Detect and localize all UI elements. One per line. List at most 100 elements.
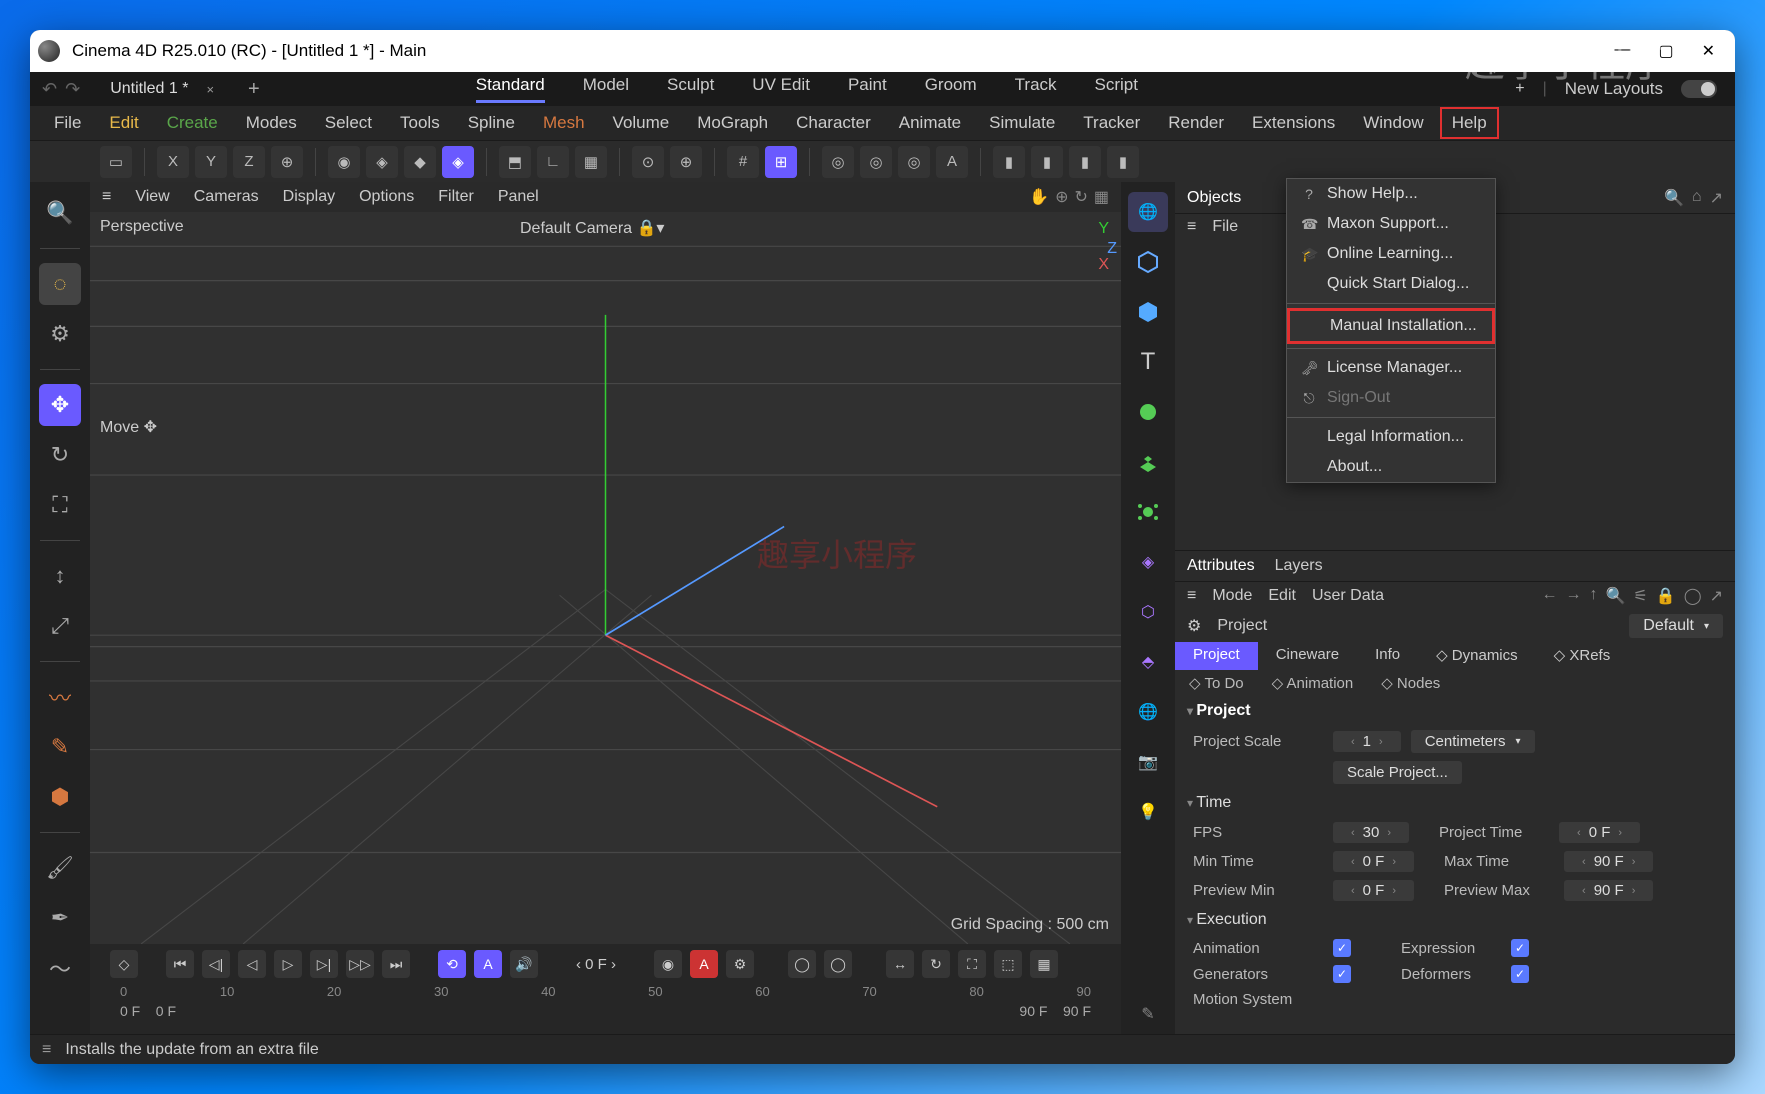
maxtime-input[interactable]: ‹90 F› xyxy=(1564,851,1653,872)
menu-window[interactable]: Window xyxy=(1351,107,1435,139)
menu-animate[interactable]: Animate xyxy=(887,107,973,139)
viewport-3d[interactable]: Perspective Default Camera 🔒▾ Move ✥ Gri… xyxy=(90,212,1121,944)
vp-menu-cameras[interactable]: Cameras xyxy=(194,188,259,206)
menu-spline[interactable]: Spline xyxy=(456,107,527,139)
brush3-icon[interactable]: ⬢ xyxy=(39,776,81,818)
section-time[interactable]: Time xyxy=(1175,788,1735,818)
preset-dropdown[interactable]: Default▾ xyxy=(1629,614,1723,638)
document-tab[interactable]: Untitled 1 * × xyxy=(92,72,232,106)
layout-uvedit[interactable]: UV Edit xyxy=(752,75,810,103)
projtime-input[interactable]: ‹0 F› xyxy=(1559,822,1640,843)
tl-m1-icon[interactable]: ↔ xyxy=(886,950,914,978)
history-icon[interactable]: ▭ xyxy=(100,146,132,178)
help-item-quickstartdialog[interactable]: Quick Start Dialog... xyxy=(1287,269,1495,299)
tab-todo[interactable]: ◇ To Do xyxy=(1175,670,1258,696)
help-item-about[interactable]: About... xyxy=(1287,452,1495,482)
section-execution[interactable]: Execution xyxy=(1175,905,1735,935)
rt-edit-icon[interactable]: ✎ xyxy=(1128,994,1168,1034)
axis-z-button[interactable]: Z xyxy=(233,146,265,178)
tl-auto-icon[interactable]: A xyxy=(474,950,502,978)
live-select-icon[interactable]: ◌ xyxy=(39,263,81,305)
tab-xrefs[interactable]: ◇ XRefs xyxy=(1536,642,1629,670)
move-tool-icon[interactable]: ✥ xyxy=(39,384,81,426)
menu-select[interactable]: Select xyxy=(313,107,384,139)
rt-field-icon[interactable] xyxy=(1128,392,1168,432)
project-gear-icon[interactable]: ⚙ xyxy=(1187,616,1201,636)
settings-icon[interactable]: ⚙ xyxy=(39,313,81,355)
t1-icon[interactable]: ↕ xyxy=(39,555,81,597)
vp-menu-panel[interactable]: Panel xyxy=(498,188,539,206)
snap1-icon[interactable]: ⊙ xyxy=(632,146,664,178)
menu-file[interactable]: File xyxy=(42,107,93,139)
attr-ext-icon[interactable]: ↗ xyxy=(1710,586,1723,606)
vp-menu-options[interactable]: Options xyxy=(359,188,414,206)
rt-node-icon[interactable]: ⬘ xyxy=(1128,642,1168,682)
menu-mesh[interactable]: Mesh xyxy=(531,107,597,139)
rt-effector-icon[interactable] xyxy=(1128,492,1168,532)
anim-check[interactable]: ✓ xyxy=(1333,939,1351,957)
obj-ext-icon[interactable]: ↗ xyxy=(1710,188,1723,208)
tab-info[interactable]: Info xyxy=(1357,642,1418,670)
obj-search-icon[interactable]: 🔍 xyxy=(1664,188,1684,208)
shade3-icon[interactable]: ◆ xyxy=(404,146,436,178)
vp-menu-view[interactable]: View xyxy=(135,188,169,206)
vp-menu-display[interactable]: Display xyxy=(283,188,335,206)
tl-key-icon[interactable]: ◇ xyxy=(110,950,138,978)
rt-cube-icon[interactable] xyxy=(1128,242,1168,282)
tl-k2-icon[interactable]: ◯ xyxy=(824,950,852,978)
tl-gear-icon[interactable]: ⚙ xyxy=(726,950,754,978)
menu-edit[interactable]: Edit xyxy=(97,107,150,139)
attributes-tab[interactable]: Attributes xyxy=(1187,557,1255,575)
new-layouts-label[interactable]: New Layouts xyxy=(1565,79,1663,99)
r1-icon[interactable]: ◎ xyxy=(822,146,854,178)
undo-icon[interactable]: ↶ xyxy=(42,79,57,100)
menu-render[interactable]: Render xyxy=(1156,107,1236,139)
attr-edit[interactable]: Edit xyxy=(1268,587,1296,605)
objects-tab[interactable]: Objects xyxy=(1187,189,1241,207)
attr-o-icon[interactable]: ◯ xyxy=(1684,586,1702,606)
tl-play-icon[interactable]: ▷ xyxy=(274,950,302,978)
tab-dynamics[interactable]: ◇ Dynamics xyxy=(1418,642,1536,670)
coord-icon[interactable]: ⊕ xyxy=(271,146,303,178)
tab-cineware[interactable]: Cineware xyxy=(1258,642,1357,670)
layout-standard[interactable]: Standard xyxy=(476,75,545,103)
tl-rec2-icon[interactable]: A xyxy=(690,950,718,978)
menu-mograph[interactable]: MoGraph xyxy=(685,107,780,139)
r3-icon[interactable]: ◎ xyxy=(898,146,930,178)
projscale-unit[interactable]: Centimeters▾ xyxy=(1411,730,1535,753)
tab-project[interactable]: Project xyxy=(1175,642,1258,670)
prevmin-input[interactable]: ‹0 F› xyxy=(1333,880,1414,901)
menu-extensions[interactable]: Extensions xyxy=(1240,107,1347,139)
rt-world-icon[interactable]: 🌐 xyxy=(1128,192,1168,232)
status-ham-icon[interactable]: ≡ xyxy=(42,1041,51,1059)
menu-help[interactable]: Help xyxy=(1440,107,1499,139)
axis-y-button[interactable]: Y xyxy=(195,146,227,178)
tab-animation[interactable]: ◇ Animation xyxy=(1258,670,1368,696)
close-button[interactable]: ✕ xyxy=(1702,41,1715,61)
menu-tracker[interactable]: Tracker xyxy=(1071,107,1152,139)
plane1-icon[interactable]: ⬒ xyxy=(499,146,531,178)
plane2-icon[interactable]: ∟ xyxy=(537,146,569,178)
tl-prevkey-icon[interactable]: ◁| xyxy=(202,950,230,978)
shade4-icon[interactable]: ◈ xyxy=(442,146,474,178)
mintime-input[interactable]: ‹0 F› xyxy=(1333,851,1414,872)
tl-m5-icon[interactable]: ▦ xyxy=(1030,950,1058,978)
attr-lock-icon[interactable]: 🔒 xyxy=(1656,586,1676,606)
rt-text-icon[interactable]: T xyxy=(1128,342,1168,382)
attr-search-icon[interactable]: 🔍 xyxy=(1606,586,1626,606)
section-project[interactable]: Project xyxy=(1175,696,1735,726)
rt-cube2-icon[interactable] xyxy=(1128,292,1168,332)
projscale-input[interactable]: ‹1› xyxy=(1333,731,1401,752)
layers-tab[interactable]: Layers xyxy=(1275,557,1323,575)
attr-ham-icon[interactable]: ≡ xyxy=(1187,587,1196,605)
grid1-icon[interactable]: # xyxy=(727,146,759,178)
prevmax-input[interactable]: ‹90 F› xyxy=(1564,880,1653,901)
help-item-showhelp[interactable]: ?Show Help... xyxy=(1287,179,1495,209)
rv3-icon[interactable]: ▮ xyxy=(1069,146,1101,178)
tl-m2-icon[interactable]: ↻ xyxy=(922,950,950,978)
rt-deform-icon[interactable]: ◈ xyxy=(1128,542,1168,582)
obj-home-icon[interactable]: ⌂ xyxy=(1692,188,1702,208)
vp-menu-ham[interactable]: ≡ xyxy=(102,188,111,206)
help-item-maxonsupport[interactable]: ☎Maxon Support... xyxy=(1287,209,1495,239)
r4-icon[interactable]: A xyxy=(936,146,968,178)
